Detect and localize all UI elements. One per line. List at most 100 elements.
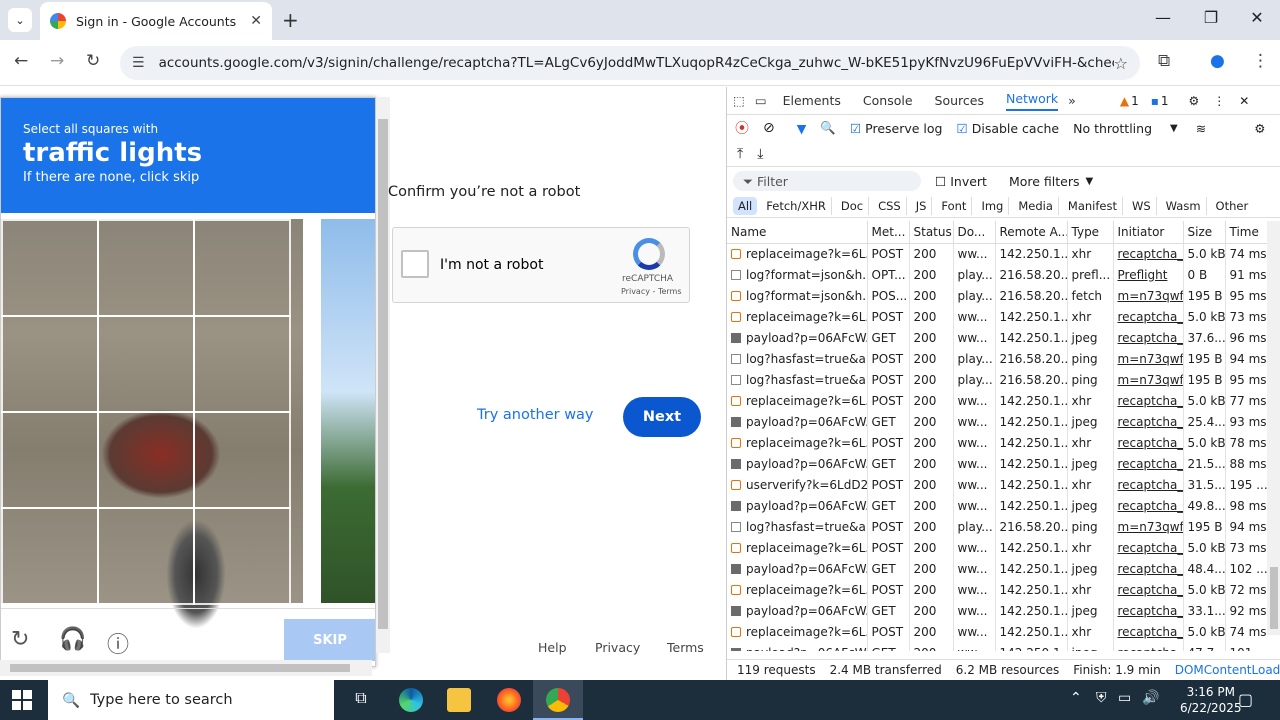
file-explorer-icon[interactable]: [447, 688, 471, 712]
network-conditions-icon[interactable]: ≋: [1196, 121, 1206, 136]
captcha-horizontal-scrollbar[interactable]: [0, 660, 372, 676]
tab-network[interactable]: Network: [1005, 91, 1059, 111]
reload-challenge-icon[interactable]: ↻: [11, 627, 29, 652]
table-row[interactable]: payload?p=06AFcW...GET200ww...142.250.1.…: [727, 600, 1267, 621]
grid-tile[interactable]: [1, 315, 99, 413]
message-icon[interactable]: ▪: [1151, 94, 1159, 108]
export-har-icon[interactable]: ⤓: [757, 146, 763, 162]
column-header[interactable]: Initiator: [1113, 221, 1184, 244]
site-info-icon[interactable]: ☰: [132, 55, 145, 71]
grid-tile[interactable]: [1, 411, 99, 509]
audio-challenge-icon[interactable]: 🎧: [59, 627, 86, 652]
show-hidden-icons-icon[interactable]: ⌃: [1070, 690, 1082, 706]
tab-search-icon[interactable]: ⌄: [8, 8, 32, 32]
filter-icon[interactable]: ▼: [797, 121, 807, 136]
chrome-taskbar-button[interactable]: [533, 680, 583, 720]
table-row[interactable]: replaceimage?k=6L... POST 200 ww... 142.250.…: [727, 306, 1267, 327]
try-another-way-link[interactable]: Try another way: [477, 407, 594, 423]
grid-tile[interactable]: [193, 507, 291, 605]
table-row[interactable]: payload?p=06AFcW...GET200ww...142.250.1.…: [727, 411, 1267, 432]
grid-tile[interactable]: [97, 315, 195, 413]
table-row[interactable]: log?format=json&h... OPT... 200 play... 216.…: [727, 264, 1267, 285]
minimize-icon[interactable]: —: [1140, 8, 1186, 27]
table-row[interactable]: replaceimage?k=6L... POST 200 ww... 142.250.…: [727, 537, 1267, 558]
table-row[interactable]: log?hasfast=true&a... POST 200 play... 216.5…: [727, 516, 1267, 537]
type-ws[interactable]: WS: [1127, 196, 1157, 215]
invert-checkbox[interactable]: ☐: [935, 174, 946, 189]
forward-icon[interactable]: →: [50, 51, 64, 71]
window-close-icon[interactable]: ✕: [1234, 8, 1280, 27]
devtools-menu-icon[interactable]: ⋮: [1213, 94, 1225, 108]
menu-kebab-icon[interactable]: ⋮: [1252, 51, 1269, 71]
column-header[interactable]: Do...: [953, 221, 996, 244]
table-row[interactable]: payload?p=06AFcW...GET200ww...142.250.1.…: [727, 495, 1267, 516]
column-header[interactable]: Status: [909, 221, 954, 244]
table-row[interactable]: replaceimage?k=6L... POST 200 ww... 142.250.…: [727, 243, 1267, 264]
tab-console[interactable]: Console: [863, 93, 913, 108]
tab-elements[interactable]: Elements: [783, 93, 841, 108]
import-har-icon[interactable]: ⤒: [737, 146, 743, 162]
help-link[interactable]: Help: [538, 640, 567, 655]
table-row[interactable]: log?format=json&h... POS... 200 play... 216.…: [727, 285, 1267, 306]
notifications-icon[interactable]: ▢: [1238, 690, 1253, 709]
reload-icon[interactable]: ↻: [86, 51, 100, 71]
back-icon[interactable]: ←: [14, 51, 28, 71]
table-row[interactable]: log?hasfast=true&a... POST 200 play... 216.5…: [727, 369, 1267, 390]
maximize-icon[interactable]: ❐: [1188, 8, 1234, 27]
type-all[interactable]: All: [733, 196, 758, 215]
table-row[interactable]: replaceimage?k=6L... POST 200 ww... 142.250.…: [727, 432, 1267, 453]
firefox-icon[interactable]: [497, 688, 521, 712]
column-header[interactable]: Type: [1067, 221, 1114, 244]
table-row[interactable]: payload?p=06AFcW...GET200ww...142.250.1.…: [727, 453, 1267, 474]
grid-tile[interactable]: [1, 219, 99, 317]
device-toggle-icon[interactable]: ▭: [755, 93, 767, 108]
more-filters-chevron-icon[interactable]: ▼: [1086, 176, 1094, 187]
warning-icon[interactable]: ▲: [1120, 94, 1129, 108]
table-row[interactable]: payload?p=06AFcW...GET200ww...142.250.1.…: [727, 642, 1267, 651]
type-other[interactable]: Other: [1211, 197, 1254, 215]
filter-input[interactable]: ⏷ Filter: [733, 171, 921, 191]
privacy-link[interactable]: Privacy: [595, 640, 640, 655]
url-text[interactable]: accounts.google.com/v3/signin/challenge/…: [159, 55, 1114, 71]
bookmark-star-icon[interactable]: ☆: [1114, 54, 1128, 73]
type-fetch-xhr[interactable]: Fetch/XHR: [761, 196, 832, 215]
windows-start-icon[interactable]: [12, 690, 32, 710]
network-scrollbar[interactable]: [1267, 221, 1280, 635]
system-clock[interactable]: 3:16 PM 6/22/2025: [1180, 684, 1242, 716]
type-doc[interactable]: Doc: [836, 196, 870, 215]
recaptcha-links[interactable]: Privacy - Terms: [621, 287, 682, 296]
more-filters-dropdown[interactable]: More filters: [1009, 174, 1080, 189]
record-icon[interactable]: ⦿: [735, 118, 749, 138]
column-header[interactable]: Name: [727, 221, 868, 244]
edge-icon[interactable]: [399, 688, 423, 712]
table-row[interactable]: userverify?k=6LdD2... POST 200 ww... 142.250…: [727, 474, 1267, 495]
security-icon[interactable]: ⛨: [1096, 690, 1107, 706]
taskbar-search-box[interactable]: 🔍 Type here to search: [48, 680, 334, 720]
grid-tile[interactable]: [97, 219, 195, 317]
omnibox[interactable]: ☰ accounts.google.com/v3/signin/challeng…: [120, 46, 1140, 80]
terms-link[interactable]: Terms: [667, 640, 704, 655]
network-icon[interactable]: ▭: [1118, 690, 1131, 706]
info-icon[interactable]: ⓘ: [107, 627, 129, 659]
table-row[interactable]: replaceimage?k=6L... POST 200 ww... 142.250.…: [727, 390, 1267, 411]
type-js[interactable]: JS: [911, 196, 933, 215]
extensions-icon[interactable]: ⧉: [1158, 51, 1170, 71]
volume-icon[interactable]: 🔊: [1142, 690, 1159, 706]
skip-button[interactable]: SKIP: [284, 619, 375, 661]
type-media[interactable]: Media: [1013, 196, 1059, 215]
table-row[interactable]: payload?p=06AFcW...GET200ww...142.250.1.…: [727, 327, 1267, 348]
devtools-close-icon[interactable]: ✕: [1239, 94, 1249, 108]
throttling-select[interactable]: No throttling: [1073, 121, 1152, 136]
more-tabs-icon[interactable]: »: [1068, 93, 1076, 108]
type-img[interactable]: Img: [976, 196, 1010, 215]
tab-sources[interactable]: Sources: [935, 93, 984, 108]
table-row[interactable]: replaceimage?k=6L... POST 200 ww... 142.250.…: [727, 621, 1267, 642]
type-css[interactable]: CSS: [873, 196, 907, 215]
grid-tile[interactable]: [97, 507, 195, 605]
disable-cache-checkbox[interactable]: ☑: [957, 121, 968, 136]
inspect-icon[interactable]: ⬚: [733, 93, 745, 108]
column-header[interactable]: Size: [1183, 221, 1226, 244]
preserve-log-checkbox[interactable]: ☑: [850, 121, 861, 136]
profile-icon[interactable]: ●: [1210, 51, 1225, 71]
task-view-icon[interactable]: ⧉: [349, 688, 373, 712]
